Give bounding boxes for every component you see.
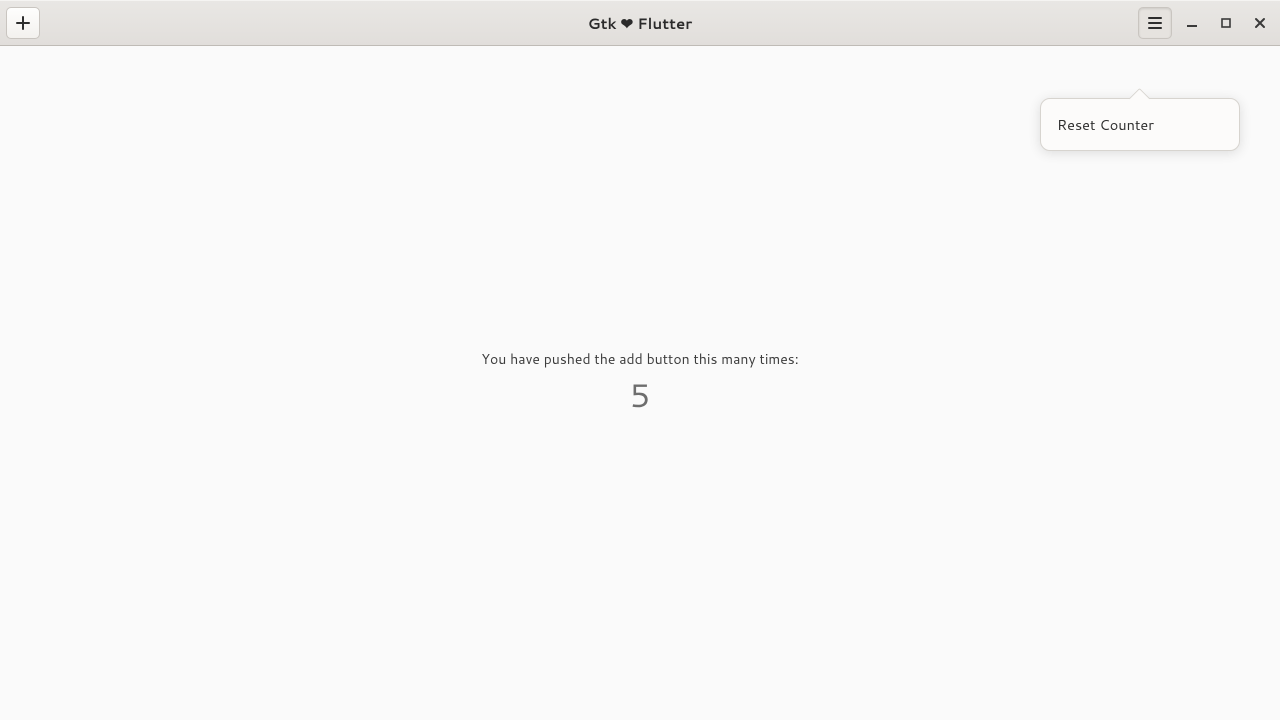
maximize-button[interactable] [1212,9,1240,37]
menu-item-reset-counter[interactable]: Reset Counter [1047,105,1233,144]
menu-item-label: Reset Counter [1057,114,1154,135]
hamburger-popover: Reset Counter [1040,98,1240,151]
window-title: Gtk ❤ Flutter [0,13,1280,34]
close-button[interactable] [1246,9,1274,37]
maximize-icon [1220,17,1232,29]
counter-value: 5 [630,373,650,418]
header-left-group [6,7,40,39]
hamburger-icon [1148,17,1162,29]
minimize-button[interactable] [1178,9,1206,37]
counter-caption: You have pushed the add button this many… [481,349,798,369]
plus-icon [16,16,30,30]
header-right-group [1138,7,1274,39]
close-icon [1254,17,1266,29]
hamburger-menu-button[interactable] [1138,7,1172,39]
header-bar: Gtk ❤ Flutter [0,0,1280,46]
main-content: You have pushed the add button this many… [0,46,1280,720]
add-button[interactable] [6,7,40,39]
minimize-icon [1186,17,1198,29]
